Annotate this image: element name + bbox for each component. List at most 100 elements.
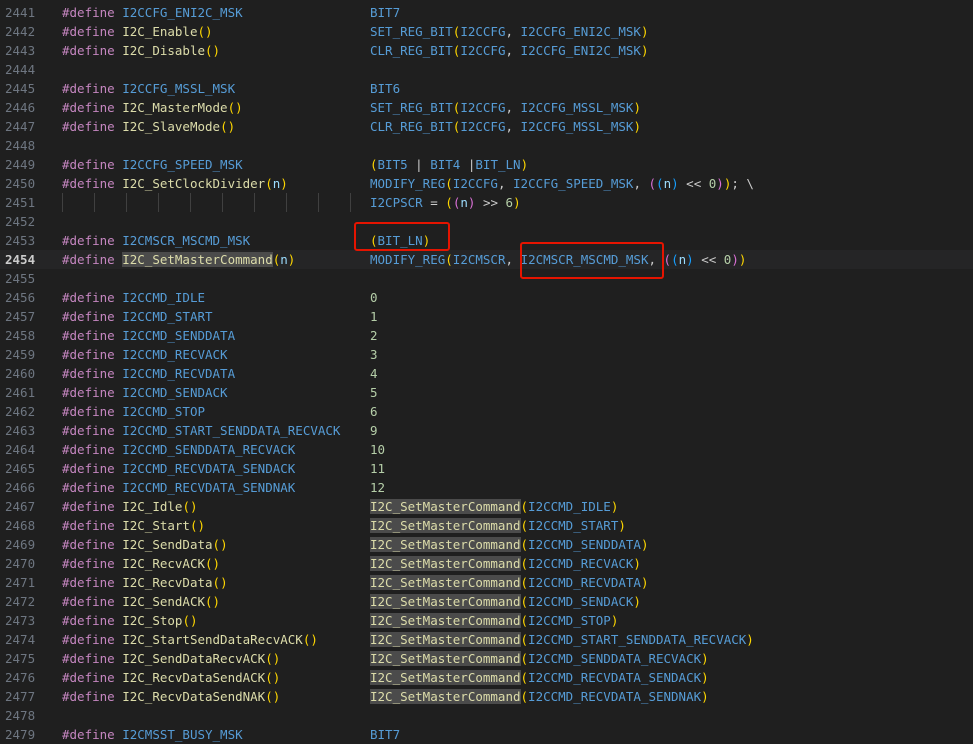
define-name: #define I2C_SendDataRecvACK()	[62, 651, 281, 666]
code-line[interactable]: 2448	[0, 136, 973, 155]
define-value: 11	[370, 461, 386, 476]
define-value: CLR_REG_BIT(I2CCFG, I2CCFG_ENI2C_MSK)	[370, 43, 649, 58]
code-line[interactable]: 2468 #define I2C_Start() I2C_SetMasterComm…	[0, 516, 973, 535]
code-line[interactable]: 2447 #define I2C_SlaveMode() CLR_REG_BIT(I…	[0, 117, 973, 136]
define-name: #define I2CCMD_IDLE	[62, 290, 206, 305]
code-line[interactable]: 2445 #define I2CCFG_MSSL_MSK BIT6	[0, 79, 973, 98]
line-number: 2465	[5, 461, 36, 476]
code-line[interactable]: 2454 #define I2C_SetMasterCommand(n) MODIF…	[0, 250, 973, 269]
define-name: #define I2CMSST_BUSY_MSK	[62, 727, 243, 742]
indent-guide	[286, 193, 287, 212]
line-number: 2441	[5, 5, 36, 20]
code-line[interactable]: 2449 #define I2CCFG_SPEED_MSK (BIT5 | BIT4…	[0, 155, 973, 174]
code-line[interactable]: 2459 #define I2CCMD_RECVACK 3	[0, 345, 973, 364]
define-name: #define I2CCMD_SENDDATA_RECVACK	[62, 442, 296, 457]
code-line[interactable]: 2464 #define I2CCMD_SENDDATA_RECVACK 10	[0, 440, 973, 459]
code-line[interactable]: 2443 #define I2C_Disable() CLR_REG_BIT(I2C…	[0, 41, 973, 60]
define-name: #define I2C_RecvData()	[62, 575, 228, 590]
define-value: BIT6	[370, 81, 401, 96]
define-value: I2C_SetMasterCommand(I2CCMD_START_SENDDA…	[370, 632, 754, 647]
code-line[interactable]: 2466 #define I2CCMD_RECVDATA_SENDNAK 12	[0, 478, 973, 497]
code-line[interactable]: 2441 #define I2CCFG_ENI2C_MSK BIT7	[0, 3, 973, 22]
line-number: 2445	[5, 81, 36, 96]
define-name: #define I2CMSCR_MSCMD_MSK	[62, 233, 251, 248]
define-value: BIT7	[370, 5, 401, 20]
line-number: 2447	[5, 119, 36, 134]
code-line[interactable]: 2451 I2CPSCR = ((n) >> 6)	[0, 193, 973, 212]
define-value: (BIT_LN)	[370, 233, 431, 248]
line-number: 2449	[5, 157, 36, 172]
code-line[interactable]: 2469 #define I2C_SendData() I2C_SetMasterC…	[0, 535, 973, 554]
define-name: #define I2C_Start()	[62, 518, 206, 533]
define-value: 1	[370, 309, 378, 324]
line-number: 2474	[5, 632, 36, 647]
code-line[interactable]: 2456 #define I2CCMD_IDLE 0	[0, 288, 973, 307]
code-line[interactable]: 2455	[0, 269, 973, 288]
code-line[interactable]: 2465 #define I2CCMD_RECVDATA_SENDACK 11	[0, 459, 973, 478]
code-line[interactable]: 2444	[0, 60, 973, 79]
define-name: #define I2C_Disable()	[62, 43, 221, 58]
line-number: 2477	[5, 689, 36, 704]
code-line[interactable]: 2473 #define I2C_Stop() I2C_SetMasterComma…	[0, 611, 973, 630]
code-line[interactable]: 2475 #define I2C_SendDataRecvACK() I2C_Set…	[0, 649, 973, 668]
code-line[interactable]: 2460 #define I2CCMD_RECVDATA 4	[0, 364, 973, 383]
line-number: 2472	[5, 594, 36, 609]
code-editor[interactable]: 2441 #define I2CCFG_ENI2C_MSK BIT7 2442 #def…	[0, 0, 973, 742]
line-number: 2451	[5, 195, 36, 210]
code-line[interactable]: 2467 #define I2C_Idle() I2C_SetMasterComma…	[0, 497, 973, 516]
indent-guide	[254, 193, 255, 212]
line-number: 2470	[5, 556, 36, 571]
define-value: 0	[370, 290, 378, 305]
indent-guide	[94, 193, 95, 212]
define-name: #define I2C_RecvDataSendACK()	[62, 670, 281, 685]
define-value: 2	[370, 328, 378, 343]
define-name: #define I2CCMD_STOP	[62, 404, 206, 419]
define-name: #define I2C_SendData()	[62, 537, 228, 552]
line-number: 2452	[5, 214, 36, 229]
code-line[interactable]: 2474 #define I2C_StartSendDataRecvACK() I2…	[0, 630, 973, 649]
code-line[interactable]: 2458 #define I2CCMD_SENDDATA 2	[0, 326, 973, 345]
code-line[interactable]: 2442 #define I2C_Enable() SET_REG_BIT(I2CC…	[0, 22, 973, 41]
code-line[interactable]: 2461 #define I2CCMD_SENDACK 5	[0, 383, 973, 402]
define-value: I2C_SetMasterCommand(I2CCMD_SENDDATA_REC…	[370, 651, 709, 666]
indent-guide	[318, 193, 319, 212]
code-line[interactable]: 2477 #define I2C_RecvDataSendNAK() I2C_Set…	[0, 687, 973, 706]
define-name: #define I2C_SendACK()	[62, 594, 221, 609]
line-number: 2446	[5, 100, 36, 115]
line-number: 2442	[5, 24, 36, 39]
code-line[interactable]: 2472 #define I2C_SendACK() I2C_SetMasterCo…	[0, 592, 973, 611]
line-number: 2475	[5, 651, 36, 666]
define-name: #define I2CCFG_SPEED_MSK	[62, 157, 243, 172]
line-number: 2476	[5, 670, 36, 685]
code-line[interactable]: 2471 #define I2C_RecvData() I2C_SetMasterC…	[0, 573, 973, 592]
code-line[interactable]: 2446 #define I2C_MasterMode() SET_REG_BIT(…	[0, 98, 973, 117]
line-number: 2456	[5, 290, 36, 305]
line-number: 2448	[5, 138, 36, 153]
define-value: 10	[370, 442, 386, 457]
indent-guide	[190, 193, 191, 212]
define-name: #define I2C_SlaveMode()	[62, 119, 236, 134]
code-line[interactable]: 2452	[0, 212, 973, 231]
define-value: I2C_SetMasterCommand(I2CCMD_RECVDATA)	[370, 575, 649, 590]
define-name: #define I2CCMD_RECVACK	[62, 347, 228, 362]
line-number: 2467	[5, 499, 36, 514]
define-name: #define I2CCMD_RECVDATA	[62, 366, 236, 381]
line-number: 2468	[5, 518, 36, 533]
code-line[interactable]: 2470 #define I2C_RecvACK() I2C_SetMasterCo…	[0, 554, 973, 573]
line-number: 2469	[5, 537, 36, 552]
code-line[interactable]: 2478	[0, 706, 973, 725]
define-value: SET_REG_BIT(I2CCFG, I2CCFG_MSSL_MSK)	[370, 100, 641, 115]
code-line[interactable]: 2450 #define I2C_SetClockDivider(n) MODIFY…	[0, 174, 973, 193]
code-line[interactable]: 2453 #define I2CMSCR_MSCMD_MSK (BIT_LN)	[0, 231, 973, 250]
define-value: 3	[370, 347, 378, 362]
define-value: I2C_SetMasterCommand(I2CCMD_IDLE)	[370, 499, 619, 514]
define-value: 9	[370, 423, 378, 438]
define-name: #define I2C_StartSendDataRecvACK()	[62, 632, 318, 647]
code-line[interactable]: 2463 #define I2CCMD_START_SENDDATA_RECVAC…	[0, 421, 973, 440]
define-name: #define I2CCFG_ENI2C_MSK	[62, 5, 243, 20]
define-value: CLR_REG_BIT(I2CCFG, I2CCFG_MSSL_MSK)	[370, 119, 641, 134]
code-line[interactable]: 2476 #define I2C_RecvDataSendACK() I2C_Set…	[0, 668, 973, 687]
code-line[interactable]: 2479 #define I2CMSST_BUSY_MSK BIT7	[0, 725, 973, 744]
code-line[interactable]: 2462 #define I2CCMD_STOP 6	[0, 402, 973, 421]
code-line[interactable]: 2457 #define I2CCMD_START 1	[0, 307, 973, 326]
